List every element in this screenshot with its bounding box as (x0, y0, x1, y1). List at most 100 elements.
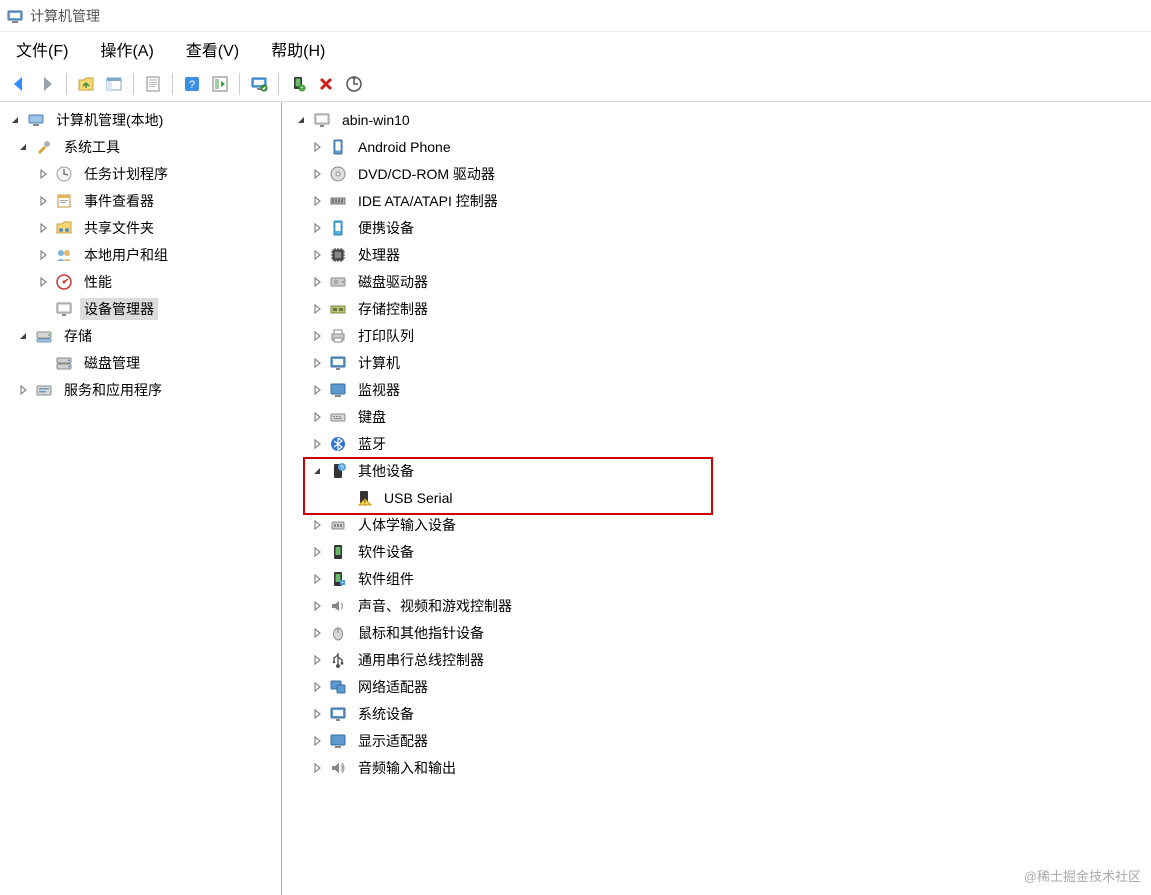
device-item-usb-controllers[interactable]: 通用串行总线控制器 (288, 646, 1145, 673)
tree-item-performance[interactable]: 性能 (2, 268, 279, 295)
chevron-down-icon[interactable] (310, 464, 324, 478)
device-item-ide-ata[interactable]: IDE ATA/ATAPI 控制器 (288, 187, 1145, 214)
tree-label: 性能 (80, 271, 116, 293)
left-tree-pane[interactable]: 计算机管理(本地) 系统工具 (0, 102, 282, 895)
watermark: @稀土掘金技术社区 (1024, 866, 1141, 885)
device-item-print-queues[interactable]: 打印队列 (288, 322, 1145, 349)
chevron-down-icon[interactable] (294, 113, 308, 127)
toolbar-monitor-button[interactable] (246, 71, 272, 97)
device-item-network-adapters[interactable]: 网络适配器 (288, 673, 1145, 700)
device-item-monitors[interactable]: 监视器 (288, 376, 1145, 403)
chevron-right-icon[interactable] (310, 356, 324, 370)
chevron-right-icon[interactable] (310, 221, 324, 235)
toolbar-delete-button[interactable] (313, 71, 339, 97)
tree-item-task-scheduler[interactable]: 任务计划程序 (2, 160, 279, 187)
device-item-android-phone[interactable]: Android Phone (288, 133, 1145, 160)
menu-view[interactable]: 查看(V) (180, 33, 245, 65)
chevron-right-icon[interactable] (310, 383, 324, 397)
toolbar-pane-button[interactable] (101, 71, 127, 97)
tree-item-system-tools[interactable]: 系统工具 (2, 133, 279, 160)
chevron-right-icon[interactable] (310, 680, 324, 694)
device-item-dvd-cdrom[interactable]: DVD/CD-ROM 驱动器 (288, 160, 1145, 187)
tree-item-disk-management[interactable]: . 磁盘管理 (2, 349, 279, 376)
chevron-right-icon[interactable] (310, 194, 324, 208)
device-item-hid[interactable]: 人体学输入设备 (288, 511, 1145, 538)
device-item-portable[interactable]: 便携设备 (288, 214, 1145, 241)
chevron-right-icon[interactable] (310, 410, 324, 424)
tree-item-root[interactable]: 计算机管理(本地) (2, 106, 279, 133)
device-item-storage-controllers[interactable]: 存储控制器 (288, 295, 1145, 322)
chevron-right-icon[interactable] (310, 275, 324, 289)
device-tree-root[interactable]: abin-win10 (288, 106, 1145, 133)
software-component-icon: + (328, 569, 348, 589)
chevron-right-icon[interactable] (310, 518, 324, 532)
chevron-right-icon[interactable] (310, 734, 324, 748)
tree-item-shared-folders[interactable]: 共享文件夹 (2, 214, 279, 241)
device-item-usb-serial[interactable]: . ! USB Serial (288, 484, 1145, 511)
printer-icon (328, 326, 348, 346)
toolbar-properties-button[interactable] (140, 71, 166, 97)
chevron-right-icon[interactable] (310, 761, 324, 775)
chevron-right-icon[interactable] (310, 653, 324, 667)
chevron-right-icon[interactable] (310, 329, 324, 343)
device-item-mice[interactable]: 鼠标和其他指针设备 (288, 619, 1145, 646)
device-item-audio-io[interactable]: 音频输入和输出 (288, 754, 1145, 781)
mouse-icon (328, 623, 348, 643)
chevron-right-icon[interactable] (36, 167, 50, 181)
toolbar-device-button[interactable]: + (285, 71, 311, 97)
menu-help[interactable]: 帮助(H) (265, 33, 331, 65)
chevron-right-icon[interactable] (310, 707, 324, 721)
chevron-down-icon[interactable] (16, 140, 30, 154)
toolbar-up-button[interactable] (73, 71, 99, 97)
chevron-right-icon[interactable] (310, 302, 324, 316)
toolbar-forward-button[interactable] (34, 71, 60, 97)
device-item-display-adapters[interactable]: 显示适配器 (288, 727, 1145, 754)
chevron-right-icon[interactable] (310, 248, 324, 262)
chevron-right-icon[interactable] (36, 194, 50, 208)
tree-item-services-apps[interactable]: 服务和应用程序 (2, 376, 279, 403)
device-item-disk-drives[interactable]: 磁盘驱动器 (288, 268, 1145, 295)
toolbar-run-button[interactable] (207, 71, 233, 97)
toolbar-back-button[interactable] (6, 71, 32, 97)
device-item-processors[interactable]: 处理器 (288, 241, 1145, 268)
display-adapter-icon (328, 731, 348, 751)
unknown-device-warning-icon: ! (354, 488, 374, 508)
chevron-right-icon[interactable] (16, 383, 30, 397)
chevron-right-icon[interactable] (36, 248, 50, 262)
tree-label: 存储控制器 (354, 298, 432, 320)
device-item-bluetooth[interactable]: 蓝牙 (288, 430, 1145, 457)
chevron-right-icon[interactable] (36, 275, 50, 289)
chevron-down-icon[interactable] (8, 113, 22, 127)
toolbar-help-button[interactable]: ? (179, 71, 205, 97)
chevron-right-icon[interactable] (310, 545, 324, 559)
tree-label: 显示适配器 (354, 730, 432, 752)
chevron-right-icon[interactable] (310, 140, 324, 154)
device-item-other-devices[interactable]: ? 其他设备 (288, 457, 1145, 484)
chevron-right-icon[interactable] (310, 572, 324, 586)
tree-label: 计算机 (354, 352, 404, 374)
device-item-computers[interactable]: 计算机 (288, 349, 1145, 376)
chevron-right-icon[interactable] (310, 599, 324, 613)
toolbar-scan-button[interactable] (341, 71, 367, 97)
chevron-right-icon[interactable] (36, 221, 50, 235)
right-tree-pane[interactable]: abin-win10 Android Phone DVD/CD-ROM 驱动器 (282, 102, 1151, 895)
chevron-right-icon[interactable] (310, 626, 324, 640)
menu-action[interactable]: 操作(A) (94, 33, 159, 65)
chevron-right-icon[interactable] (310, 167, 324, 181)
device-item-system-devices[interactable]: 系统设备 (288, 700, 1145, 727)
device-item-software-devices[interactable]: 软件设备 (288, 538, 1145, 565)
event-viewer-icon (54, 191, 74, 211)
tree-item-storage[interactable]: 存储 (2, 322, 279, 349)
tree-item-local-users[interactable]: 本地用户和组 (2, 241, 279, 268)
tree-label: 软件设备 (354, 541, 418, 563)
device-item-software-components[interactable]: + 软件组件 (288, 565, 1145, 592)
cpu-icon (328, 245, 348, 265)
menu-file[interactable]: 文件(F) (10, 33, 74, 65)
tree-item-device-manager[interactable]: . 设备管理器 (2, 295, 279, 322)
chevron-down-icon[interactable] (16, 329, 30, 343)
chevron-right-icon[interactable] (310, 437, 324, 451)
device-item-sound[interactable]: 声音、视频和游戏控制器 (288, 592, 1145, 619)
tree-label: 服务和应用程序 (60, 379, 166, 401)
device-item-keyboards[interactable]: 键盘 (288, 403, 1145, 430)
tree-item-event-viewer[interactable]: 事件查看器 (2, 187, 279, 214)
